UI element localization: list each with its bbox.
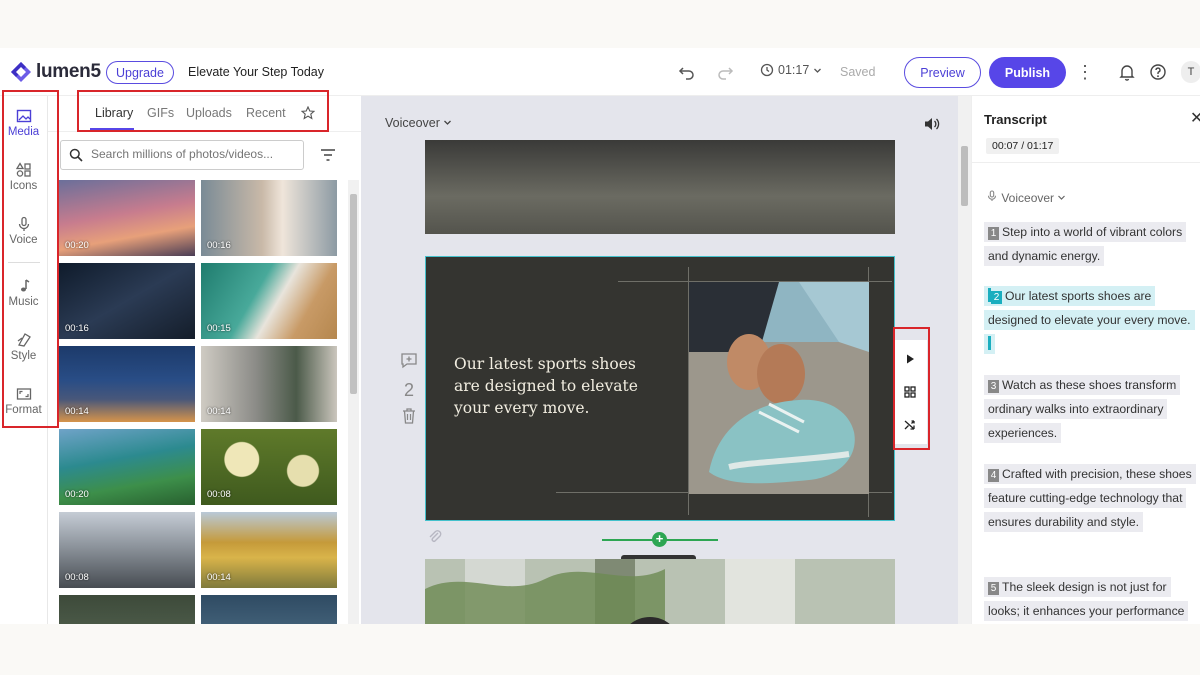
voiceover-dropdown[interactable]: Voiceover	[385, 116, 452, 130]
paragraph-text: Step into a world of vibrant colors and …	[988, 225, 1183, 263]
paragraph-text: Crafted with precision, these shoes feat…	[988, 467, 1192, 529]
transcript-paragraph[interactable]: 3 Watch as these shoes transform ordinary…	[984, 373, 1196, 445]
thumbnail-duration: 00:15	[207, 323, 231, 334]
thumbnail-duration: 00:14	[207, 572, 231, 583]
scene-2-tools: 2	[399, 351, 419, 430]
scene-text[interactable]: Our latest sports shoes are designed to …	[454, 353, 654, 419]
media-thumbnail[interactable]: 00:16	[59, 263, 195, 339]
search-icon	[69, 148, 83, 162]
canvas-scrollbar[interactable]	[958, 96, 971, 624]
media-thumbnail[interactable]: 00:20	[59, 429, 195, 505]
transcript-paragraph-active[interactable]: 2 Our latest sports shoes are designed to…	[984, 284, 1196, 356]
chevron-down-icon	[814, 68, 822, 73]
highlight-box-scene-controls	[893, 327, 930, 450]
duration-selector[interactable]: 01:17	[760, 63, 822, 77]
paperclip-icon[interactable]	[427, 528, 443, 544]
media-thumbnail[interactable]: 00:15	[201, 263, 337, 339]
transcript-panel: Transcript ✕ 00:07 / 01:17 Voiceover 1 St…	[971, 96, 1200, 624]
transcript-time: 00:07 / 01:17	[986, 138, 1060, 154]
volume-icon[interactable]	[923, 116, 941, 132]
media-thumbnail[interactable]	[59, 595, 195, 624]
project-title[interactable]: Elevate Your Step Today	[188, 65, 324, 79]
add-text-icon[interactable]	[400, 351, 418, 369]
media-thumbnail[interactable]: 00:14	[59, 346, 195, 422]
logo[interactable]: lumen5	[10, 61, 101, 83]
thumbnail-duration: 00:14	[207, 406, 231, 417]
chevron-down-icon	[444, 120, 452, 125]
paragraph-number: 3	[988, 380, 999, 393]
app-window: lumen5 Upgrade Elevate Your Step Today 0…	[0, 48, 1200, 624]
trash-icon[interactable]	[401, 407, 417, 425]
media-thumbnail[interactable]	[201, 595, 337, 624]
scene-1-preview[interactable]	[425, 140, 895, 234]
lumen5-logo-icon	[11, 62, 31, 82]
duration-value: 01:17	[778, 63, 810, 77]
transcript-paragraph[interactable]: 4 Crafted with precision, these shoes fea…	[984, 462, 1196, 534]
publish-button[interactable]: Publish	[989, 57, 1066, 88]
shoe-lacing-photo	[689, 282, 869, 494]
filter-icon[interactable]	[320, 148, 336, 162]
media-thumbnail[interactable]: 00:14	[201, 512, 337, 588]
thumbnail-duration: 00:14	[65, 406, 89, 417]
media-thumbnail[interactable]: 00:08	[201, 429, 337, 505]
thumbnail-duration: 00:08	[207, 489, 231, 500]
upgrade-button[interactable]: Upgrade	[106, 61, 174, 84]
voiceover-label: Voiceover	[1001, 191, 1055, 205]
scene-photo-shoes[interactable]	[689, 282, 869, 494]
transcript-paragraph[interactable]: 1 Step into a world of vibrant colors and…	[984, 220, 1196, 268]
chevron-down-icon	[1058, 195, 1066, 200]
media-thumbnail[interactable]: 00:14	[201, 346, 337, 422]
voiceover-label: Voiceover	[385, 116, 440, 130]
undo-icon[interactable]	[677, 62, 697, 82]
more-options-icon[interactable]: ⋮	[1076, 62, 1094, 83]
divider	[972, 162, 1200, 163]
media-search[interactable]	[60, 140, 304, 170]
scene-2-preview[interactable]: Our latest sports shoes are designed to …	[425, 256, 895, 521]
user-avatar[interactable]: T	[1181, 61, 1200, 83]
scrollbar-thumb[interactable]	[961, 146, 968, 206]
logo-text: lumen5	[36, 61, 101, 82]
transcript-title: Transcript	[984, 112, 1047, 127]
media-thumbnail[interactable]: 00:20	[59, 180, 195, 256]
paragraph-text: Our latest sports shoes are designed to …	[988, 289, 1191, 327]
text-caret	[988, 336, 991, 350]
highlight-box-tabs	[77, 90, 329, 132]
thumbnail-duration: 00:16	[65, 323, 89, 334]
media-thumbnail[interactable]: 00:16	[201, 180, 337, 256]
voiceover-dropdown[interactable]: Voiceover	[986, 190, 1066, 205]
microphone-icon	[987, 190, 997, 201]
close-icon[interactable]: ✕	[1190, 108, 1200, 128]
saved-status: Saved	[840, 65, 876, 79]
help-icon[interactable]	[1148, 62, 1168, 82]
street-photo	[425, 559, 895, 624]
thumbnail-duration: 00:16	[207, 240, 231, 251]
clock-icon	[760, 63, 774, 77]
add-overlay-button[interactable]: +	[652, 532, 667, 547]
thumbnail-duration: 00:20	[65, 489, 89, 500]
media-thumbnail[interactable]: 00:08	[59, 512, 195, 588]
paragraph-number: 2	[991, 291, 1002, 304]
media-grid: 00:20 00:16 00:16 00:15 00:14 00:14 00:2…	[59, 180, 339, 624]
media-scrollbar[interactable]	[348, 180, 359, 624]
search-input[interactable]	[91, 147, 296, 161]
paragraph-number: 5	[988, 582, 999, 595]
redo-icon[interactable]	[715, 62, 735, 82]
paragraph-text: Watch as these shoes transform ordinary …	[988, 378, 1177, 440]
bell-icon[interactable]	[1117, 62, 1137, 82]
paragraph-number: 4	[988, 469, 999, 482]
transcript-paragraph[interactable]: 5 The sleek design is not just for looks;…	[984, 575, 1196, 623]
highlight-box-rail	[2, 90, 59, 428]
media-panel: Library GIFs Uploads Recent 00:20 00:16 …	[48, 96, 361, 624]
thumbnail-duration: 00:08	[65, 572, 89, 583]
top-bar: lumen5 Upgrade Elevate Your Step Today 0…	[0, 48, 1200, 96]
paragraph-text: The sleek design is not just for looks; …	[988, 580, 1185, 618]
scene-canvas: Voiceover 2 Our latest sports shoes are …	[361, 96, 958, 624]
paragraph-number: 1	[988, 227, 999, 240]
preview-button[interactable]: Preview	[904, 57, 981, 88]
thumbnail-duration: 00:20	[65, 240, 89, 251]
scene-number: 2	[403, 380, 414, 400]
scrollbar-thumb[interactable]	[350, 194, 357, 394]
scene-3-preview[interactable]	[425, 559, 895, 624]
